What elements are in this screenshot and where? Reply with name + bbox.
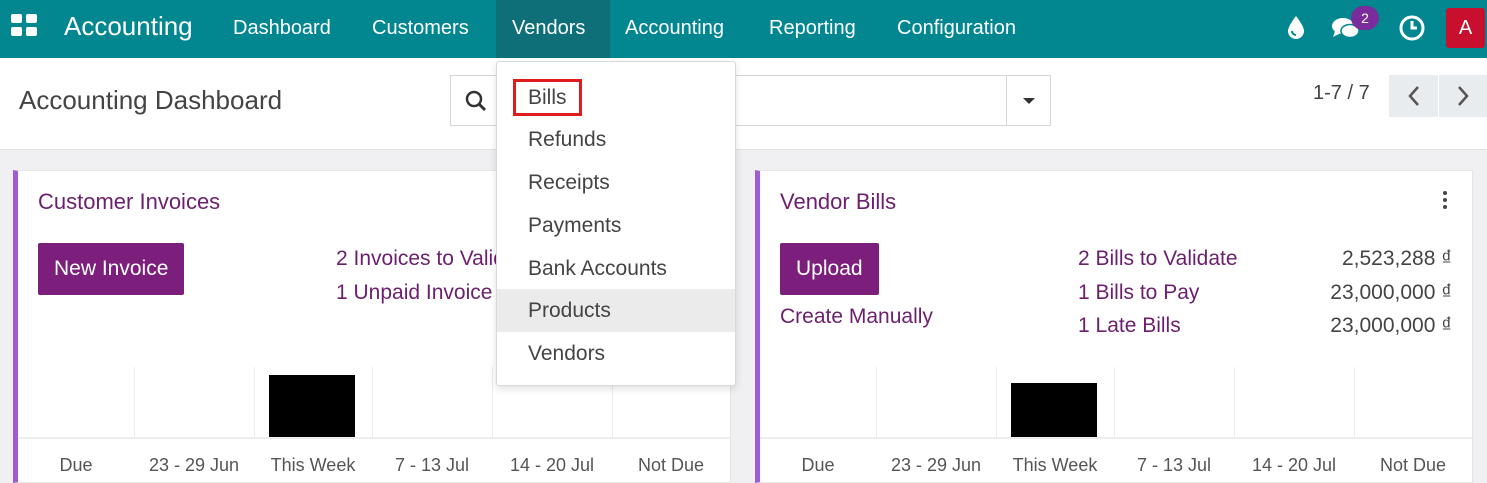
chevron-left-icon: [1407, 86, 1419, 106]
card-options-icon[interactable]: [1442, 191, 1448, 209]
chart-bar-this-week[interactable]: [269, 375, 355, 437]
menu-item-payments[interactable]: Payments: [497, 204, 735, 247]
chart-bar-this-week[interactable]: [1011, 383, 1097, 437]
chart-divider: [134, 367, 135, 437]
create-manually-link[interactable]: Create Manually: [780, 305, 933, 329]
unpaid-invoice-link[interactable]: 1 Unpaid Invoice: [336, 281, 492, 305]
chart-label: Due: [801, 455, 835, 475]
menu-item-bills[interactable]: Bills: [497, 76, 735, 119]
chart-divider: [1354, 367, 1355, 437]
chart-divider: [492, 367, 493, 437]
bills-to-pay-amount: 23,000,000 ₫: [1330, 281, 1452, 304]
chart-divider: [1234, 367, 1235, 437]
chart-label: 14 - 20 Jul: [509, 455, 595, 475]
menu-item-receipts[interactable]: Receipts: [497, 161, 735, 204]
pager-next-button[interactable]: [1439, 75, 1487, 117]
menu-item-refunds[interactable]: Refunds: [497, 118, 735, 161]
menu-item-label: Bills: [513, 79, 582, 116]
pager-previous-button[interactable]: [1389, 75, 1438, 117]
chart-label: 23 - 29 Jun: [148, 455, 240, 475]
vendors-dropdown-menu: Bills Refunds Receipts Payments Bank Acc…: [496, 61, 736, 386]
menu-item-vendors[interactable]: Vendors: [497, 332, 735, 375]
late-bills-amount: 23,000,000 ₫: [1330, 314, 1452, 337]
card-title[interactable]: Customer Invoices: [38, 189, 220, 215]
bills-to-validate-link[interactable]: 2 Bills to Validate: [1078, 247, 1238, 271]
top-navbar: Accounting Dashboard Customers Vendors A…: [0, 0, 1487, 58]
chart-divider: [1114, 367, 1115, 437]
chart-divider: [254, 367, 255, 437]
page-title: Accounting Dashboard: [19, 85, 283, 115]
upload-button[interactable]: Upload: [780, 243, 879, 295]
chart-label: Due: [59, 455, 93, 475]
chart-divider: [372, 367, 373, 437]
app-brand[interactable]: Accounting: [64, 11, 193, 42]
pager-value[interactable]: 1-7 / 7: [1313, 82, 1370, 105]
bills-bar-chart: [760, 367, 1472, 439]
droplet-icon[interactable]: [1286, 15, 1306, 44]
chevron-right-icon: [1458, 86, 1469, 106]
nav-vendors[interactable]: Vendors: [496, 0, 610, 58]
late-bills-link[interactable]: 1 Late Bills: [1078, 314, 1181, 338]
menu-item-products[interactable]: Products: [497, 289, 735, 332]
nav-dashboard[interactable]: Dashboard: [217, 0, 347, 58]
card-title[interactable]: Vendor Bills: [780, 189, 896, 215]
chart-label: 7 - 13 Jul: [394, 455, 470, 475]
apps-grid-icon[interactable]: [11, 14, 37, 36]
user-avatar[interactable]: A: [1446, 8, 1485, 48]
chart-label: This Week: [270, 455, 356, 475]
nav-configuration[interactable]: Configuration: [881, 0, 1032, 58]
menu-item-bank-accounts[interactable]: Bank Accounts: [497, 247, 735, 290]
chart-divider: [876, 367, 877, 437]
nav-customers[interactable]: Customers: [356, 0, 485, 58]
nav-reporting[interactable]: Reporting: [753, 0, 872, 58]
chart-label: 14 - 20 Jul: [1251, 455, 1337, 475]
chart-label: Not Due: [637, 455, 705, 475]
chart-label: 23 - 29 Jun: [890, 455, 982, 475]
vendor-bills-card: Vendor Bills Upload Create Manually 2 Bi…: [755, 170, 1473, 483]
new-invoice-button[interactable]: New Invoice: [38, 243, 185, 295]
chart-divider: [996, 367, 997, 437]
chart-label: Not Due: [1379, 455, 1447, 475]
bills-to-pay-link[interactable]: 1 Bills to Pay: [1078, 281, 1199, 305]
messages-badge: 2: [1351, 6, 1379, 30]
nav-accounting[interactable]: Accounting: [609, 0, 740, 58]
chart-label: This Week: [1012, 455, 1098, 475]
bills-to-validate-amount: 2,523,288 ₫: [1341, 247, 1452, 270]
search-options-toggle[interactable]: [1006, 76, 1050, 125]
caret-down-icon: [1022, 97, 1035, 104]
control-panel: Accounting Dashboard 1-7 / 7: [0, 58, 1487, 150]
search-icon[interactable]: [451, 76, 501, 125]
chart-label: 7 - 13 Jul: [1136, 455, 1212, 475]
clock-icon[interactable]: [1399, 15, 1425, 46]
